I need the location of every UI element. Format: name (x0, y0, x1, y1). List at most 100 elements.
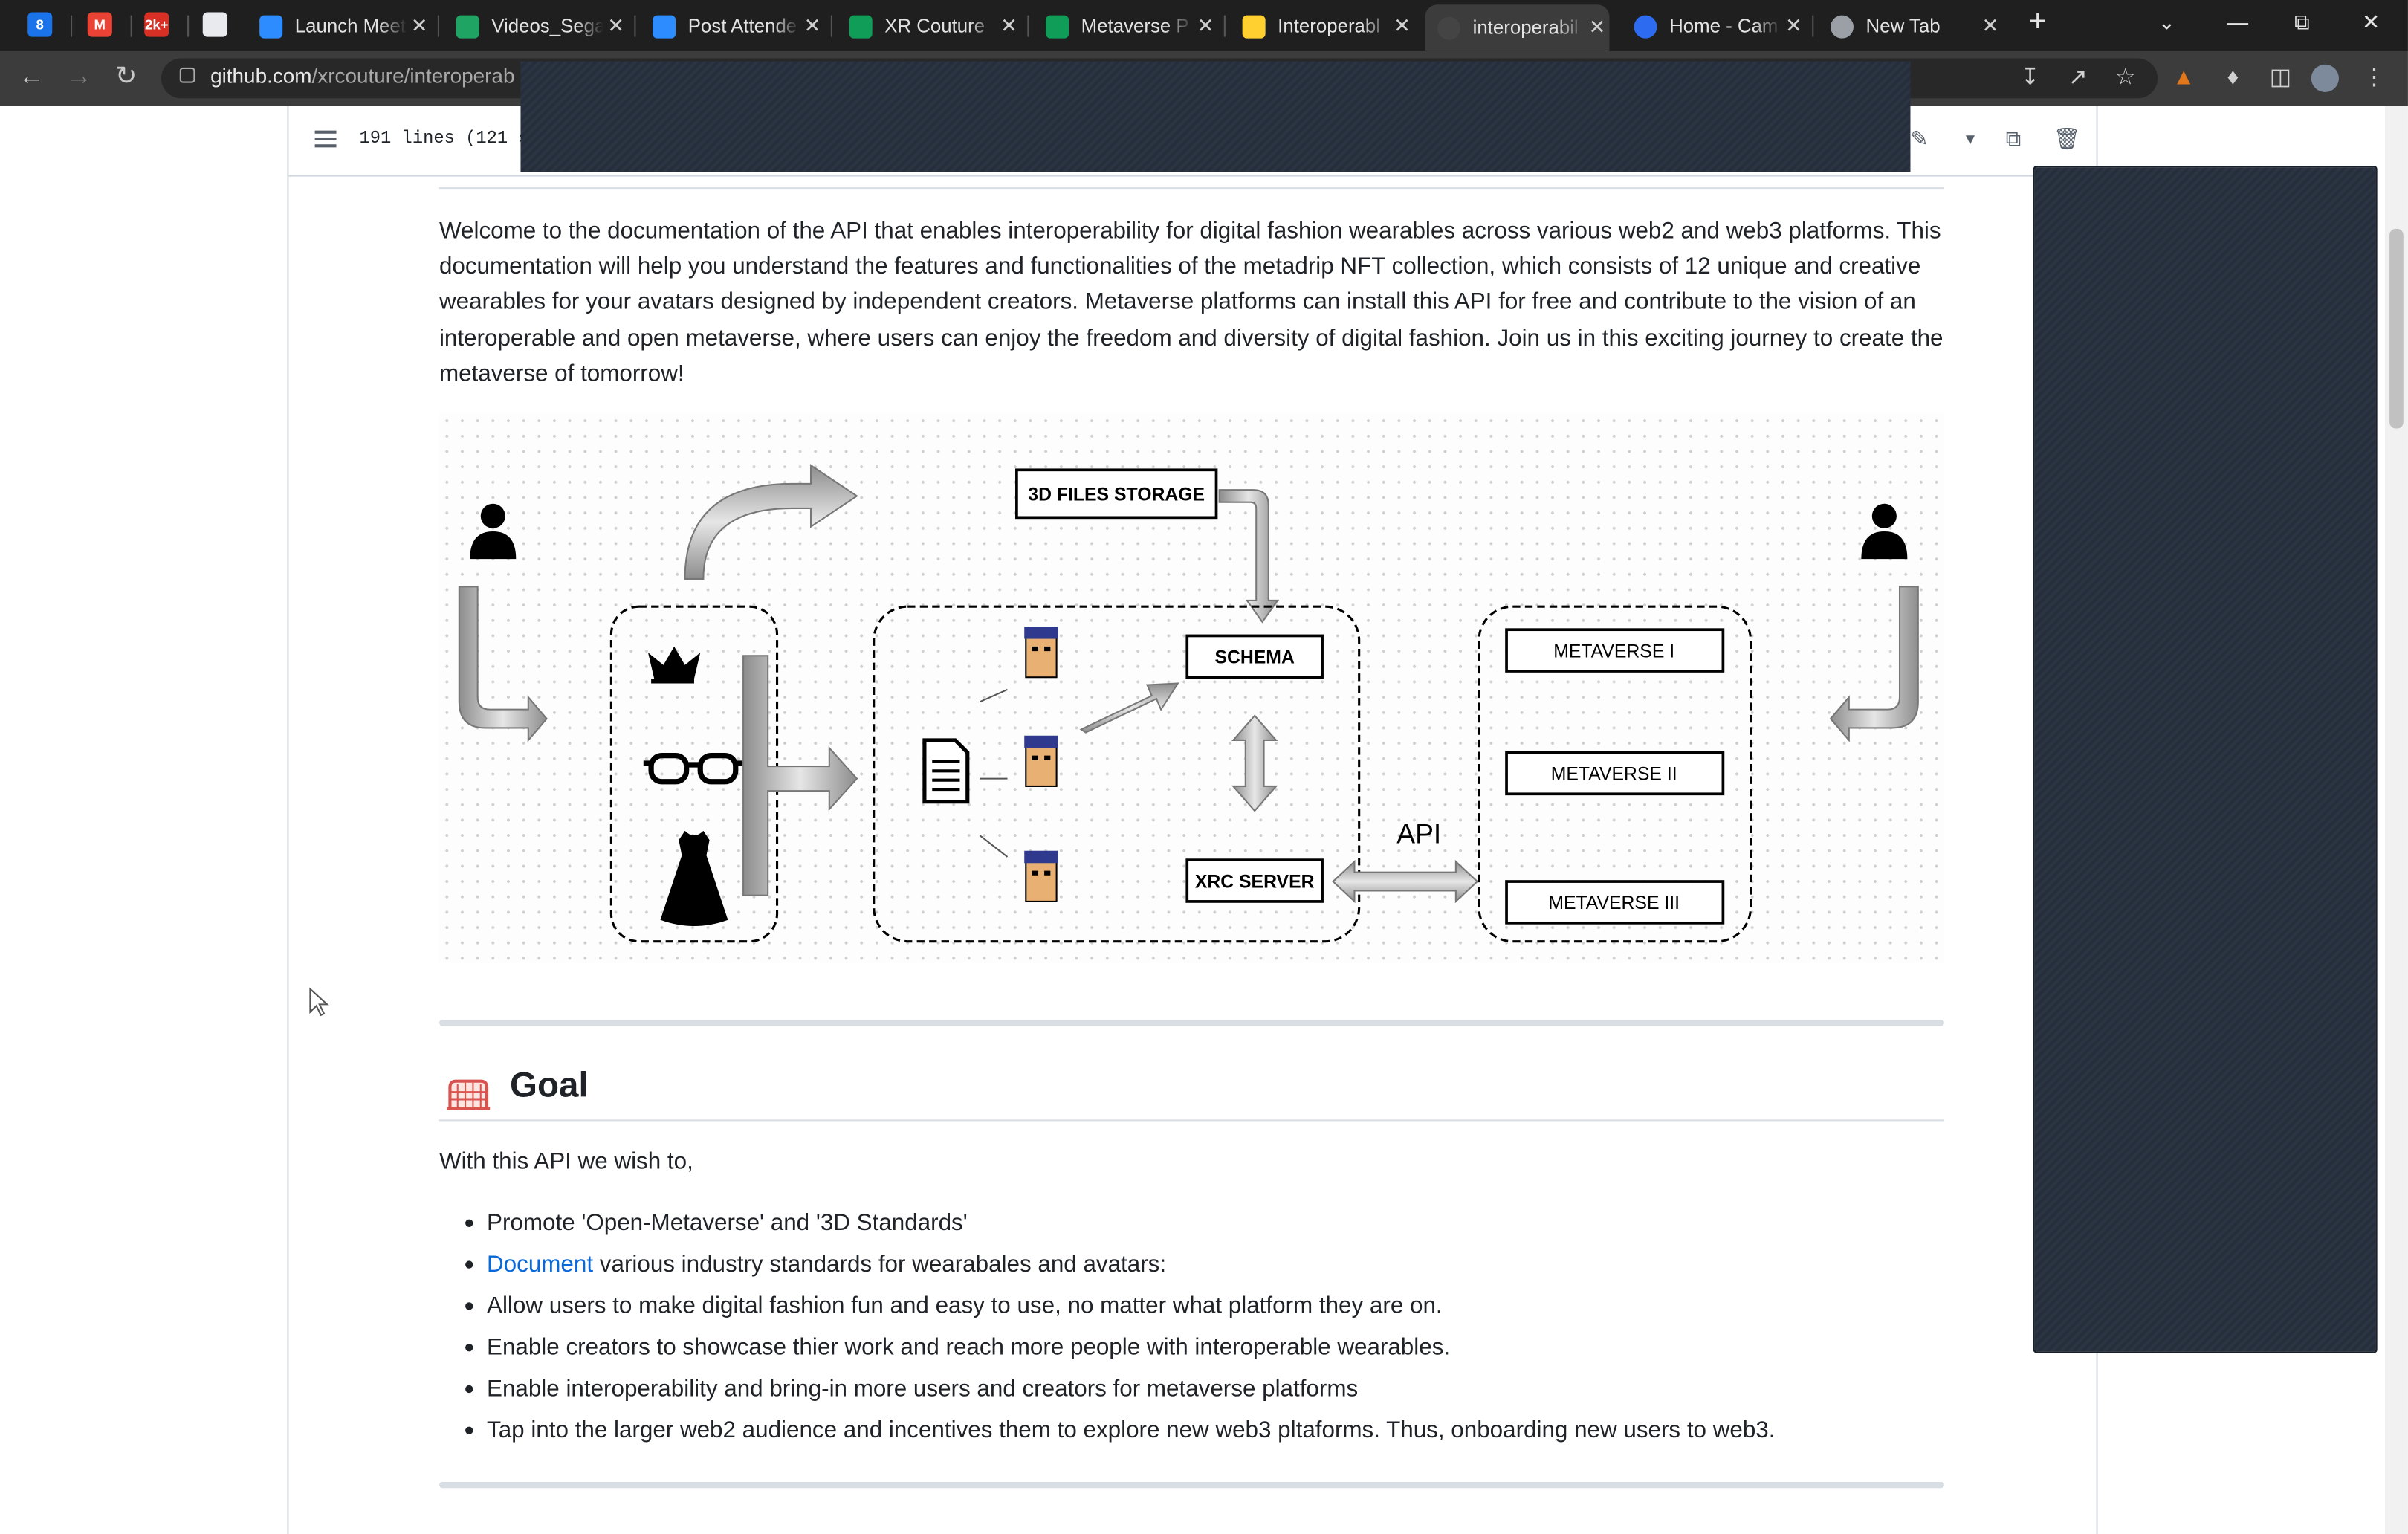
url-text: github.com/xrcouture/interoperab (210, 64, 515, 88)
glasses-icon (643, 753, 744, 785)
tab-title: Videos_Sega (491, 15, 604, 37)
sheets-icon (1046, 14, 1069, 38)
tab-separator (1027, 15, 1029, 37)
divider (438, 187, 1944, 190)
diagram-svg: 3D FILES STORAGE SCHEMA XRC SERVER API M… (458, 464, 1919, 943)
avatar-nft-icon (1024, 850, 1058, 902)
list-item: Promote 'Open-Metaverse' and '3D Standar… (439, 1205, 1776, 1247)
mouse-cursor-icon (309, 987, 329, 1017)
tab-search-icon[interactable]: ⌄ (2158, 9, 2175, 35)
chevron-down-icon[interactable]: ▼ (1963, 132, 1978, 149)
avatar-nft-icon (1024, 627, 1058, 679)
close-tab-icon[interactable]: ✕ (1585, 16, 1609, 40)
install-app-icon[interactable]: ↧ (2016, 65, 2044, 92)
redacted-panel (2033, 166, 2378, 1353)
calendar-icon[interactable]: 8 (27, 12, 53, 37)
file-line-count: 191 lines (121 s (359, 129, 529, 149)
tab-separator (1223, 15, 1226, 37)
redacted-area (520, 61, 1911, 172)
tab-title: interoperabil (1472, 16, 1579, 39)
close-tab-icon[interactable]: ✕ (407, 14, 432, 39)
browser-tab[interactable]: New Tab ✕ (1818, 4, 2002, 48)
page-scrollbar[interactable] (2384, 106, 2408, 1534)
document-link[interactable]: Document (487, 1252, 593, 1278)
minimize-icon[interactable]: — (2227, 9, 2248, 33)
tab-title: Metaverse P (1081, 15, 1189, 37)
sheets-icon (849, 14, 873, 38)
list-item: Allow users to make digital fashion fun … (439, 1289, 1776, 1330)
storage-label: 3D FILES STORAGE (1028, 485, 1205, 505)
tab-title: New Tab (1865, 15, 1941, 37)
double-arrow-api (1332, 859, 1479, 904)
delete-icon[interactable]: 🗑 (2053, 126, 2081, 152)
close-tab-icon[interactable]: ✕ (997, 14, 1021, 39)
heading-rule (438, 1119, 1944, 1122)
section-divider (438, 1481, 1944, 1489)
notifications-icon[interactable]: 2k+ (144, 12, 169, 37)
menu-icon[interactable]: ⋮ (2360, 65, 2388, 92)
metamask-icon[interactable]: ▲ (2170, 65, 2198, 92)
github-page: 191 lines (121 s ✎ ▼ ⧉ 🗑 Welcome to the … (0, 106, 2408, 1534)
browser-tab[interactable]: Home - Cam ✕ (1622, 4, 1806, 48)
extensions-icon[interactable]: ♦ (2219, 65, 2247, 92)
curved-arrow-icon (684, 464, 858, 580)
tab-title: Post Attende (687, 15, 797, 37)
browser-tab[interactable]: XR Couture ✕ (837, 4, 1021, 48)
edit-pencil-icon[interactable]: ✎ (1910, 126, 1928, 152)
tab-separator (634, 15, 636, 37)
goal-list: Promote 'Open-Metaverse' and '3D Standar… (439, 1205, 1776, 1454)
browser-tab[interactable]: Launch Meet ✕ (247, 4, 432, 48)
back-button[interactable]: ← (19, 62, 45, 92)
architecture-diagram: 3D FILES STORAGE SCHEMA XRC SERVER API M… (438, 412, 1944, 963)
tab-separator (71, 15, 73, 37)
list-item: Enable interoperability and bring-in mor… (439, 1371, 1776, 1413)
browser-tab[interactable]: Interoperabl ✕ (1230, 4, 1414, 48)
tab-separator (1812, 15, 1814, 37)
slides-icon[interactable] (202, 12, 227, 37)
section-divider (438, 1020, 1944, 1026)
gmail-icon[interactable]: M (87, 12, 112, 37)
browser-tab[interactable]: interoperabil ✕ (1425, 4, 1610, 51)
share-icon[interactable]: ↗ (2064, 65, 2091, 92)
arrow-wearables-to-collection (742, 655, 858, 896)
forward-button[interactable]: → (66, 62, 92, 92)
crown-icon (647, 646, 701, 684)
arrow-storage-to-schema (1218, 489, 1280, 624)
restore-icon[interactable]: ⧉ (2294, 9, 2310, 35)
browser-tab[interactable]: Metaverse P ✕ (1034, 4, 1218, 48)
copy-icon[interactable]: ⧉ (2006, 126, 2022, 152)
tab-separator (437, 15, 439, 37)
close-tab-icon[interactable]: ✕ (1978, 14, 2002, 39)
tab-separator (830, 15, 832, 37)
user-right-icon (1861, 503, 1908, 560)
user-left-icon (470, 503, 517, 560)
double-arrow-vertical (1231, 714, 1278, 812)
arrow-user-to-metaverse (1829, 586, 1919, 742)
tab-title: XR Couture (884, 15, 985, 37)
close-tab-icon[interactable]: ✕ (1390, 14, 1414, 39)
goal-intro: With this API we wish to, (438, 1148, 693, 1175)
tab-separator (130, 15, 132, 37)
close-window-icon[interactable]: ✕ (2362, 9, 2380, 35)
close-tab-icon[interactable]: ✕ (1781, 14, 1806, 39)
outline-icon[interactable] (314, 130, 337, 152)
new-tab-button[interactable]: + (2029, 4, 2047, 40)
scrollbar-thumb[interactable] (2389, 228, 2404, 429)
close-tab-icon[interactable]: ✕ (603, 14, 628, 39)
zoom-icon (259, 14, 283, 38)
canva-icon (1634, 14, 1657, 38)
browser-tab[interactable]: Videos_Sega ✕ (444, 4, 628, 48)
metaverse-3-label: METAVERSE III (1548, 893, 1680, 913)
tab-title: Home - Cam (1669, 15, 1779, 37)
side-panel-icon[interactable]: ◫ (2267, 65, 2294, 92)
document-icon (922, 738, 970, 804)
reload-button[interactable]: ↻ (115, 62, 137, 92)
miro-icon (1242, 14, 1266, 38)
bookmark-star-icon[interactable]: ☆ (2111, 65, 2139, 92)
google-drive-icon (456, 14, 479, 38)
close-tab-icon[interactable]: ✕ (800, 14, 825, 39)
zoom-icon (653, 14, 676, 38)
profile-avatar[interactable] (2311, 64, 2339, 92)
browser-tab[interactable]: Post Attende ✕ (641, 4, 825, 48)
close-tab-icon[interactable]: ✕ (1194, 14, 1218, 39)
